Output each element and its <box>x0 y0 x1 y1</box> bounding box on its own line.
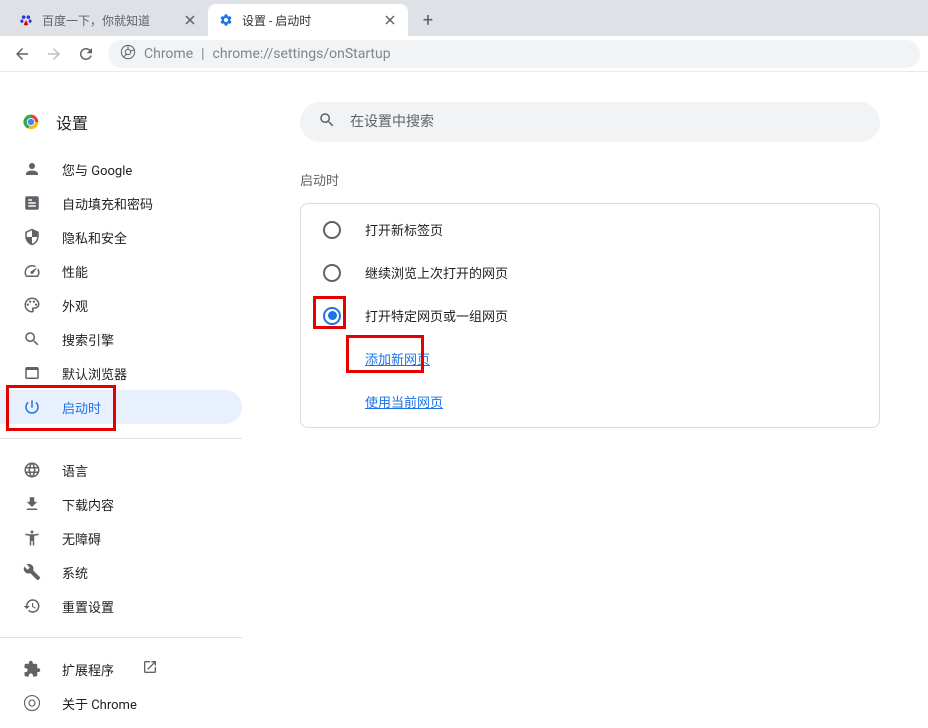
sidebar-item-autofill[interactable]: 自动填充和密码 <box>0 186 242 220</box>
sidebar-label: 扩展程序 <box>62 660 114 679</box>
settings-page: 设置 您与 Google自动填充和密码隐私和安全性能外观搜索引擎默认浏览器启动时… <box>0 72 928 728</box>
url-box[interactable]: Chrome | chrome://settings/onStartup <box>108 40 920 68</box>
sidebar-label: 关于 Chrome <box>62 694 137 713</box>
url-prefix: Chrome <box>144 46 193 62</box>
settings-title: 设置 <box>56 110 88 134</box>
browser-tab-active[interactable]: 设置 - 启动时 <box>208 4 408 36</box>
back-button[interactable] <box>8 40 36 68</box>
section-title: 启动时 <box>300 170 908 189</box>
chrome-logo-icon <box>20 111 42 133</box>
link-option[interactable]: 使用当前网页 <box>365 380 879 423</box>
sidebar-label: 重置设置 <box>62 597 114 616</box>
browser-icon <box>22 363 42 383</box>
tab-title: 设置 - 启动时 <box>242 12 374 29</box>
wrench-icon <box>22 562 42 582</box>
sidebar-label: 您与 Google <box>62 160 132 179</box>
url-path: chrome://settings/onStartup <box>213 46 391 62</box>
download-icon <box>22 494 42 514</box>
browser-tabs-bar: 百度一下，你就知道 设置 - 启动时 + <box>0 0 928 36</box>
sidebar-item-download[interactable]: 下载内容 <box>0 487 242 521</box>
settings-search-box[interactable] <box>300 102 880 142</box>
sidebar-label: 隐私和安全 <box>62 228 127 247</box>
radio-option[interactable]: 打开特定网页或一组网页 <box>301 294 879 337</box>
sidebar-label: 下载内容 <box>62 495 114 514</box>
sidebar-item-globe[interactable]: 语言 <box>0 453 242 487</box>
shield-icon <box>22 227 42 247</box>
globe-icon <box>22 460 42 480</box>
reload-button[interactable] <box>72 40 100 68</box>
sidebar-label: 无障碍 <box>62 529 101 548</box>
radio-label: 打开新标签页 <box>365 220 443 239</box>
sidebar-label: 外观 <box>62 296 88 315</box>
sidebar-item-speed[interactable]: 性能 <box>0 254 242 288</box>
sidebar-item-shield[interactable]: 隐私和安全 <box>0 220 242 254</box>
radio-label: 打开特定网页或一组网页 <box>365 306 508 325</box>
reset-icon <box>22 596 42 616</box>
sidebar-item-search[interactable]: 搜索引擎 <box>0 322 242 356</box>
sidebar-item-browser[interactable]: 默认浏览器 <box>0 356 242 390</box>
main-content: 启动时 打开新标签页继续浏览上次打开的网页打开特定网页或一组网页 添加新网页使用… <box>250 102 928 728</box>
sidebar-label: 启动时 <box>62 398 101 417</box>
search-icon <box>22 329 42 349</box>
close-icon[interactable] <box>182 12 198 28</box>
person-icon <box>22 159 42 179</box>
radio-option[interactable]: 打开新标签页 <box>301 208 879 251</box>
sidebar-label: 默认浏览器 <box>62 364 127 383</box>
settings-search-input[interactable] <box>350 114 862 130</box>
address-bar: Chrome | chrome://settings/onStartup <box>0 36 928 72</box>
sidebar-item-person[interactable]: 您与 Google <box>0 152 242 186</box>
speed-icon <box>22 261 42 281</box>
sidebar-label: 系统 <box>62 563 88 582</box>
sidebar-label: 自动填充和密码 <box>62 194 153 213</box>
gear-icon <box>218 12 234 28</box>
power-icon <box>22 397 42 417</box>
sidebar-label: 搜索引擎 <box>62 330 114 349</box>
settings-header: 设置 <box>0 102 242 152</box>
radio-button[interactable] <box>323 264 341 282</box>
sidebar-separator <box>0 438 242 439</box>
sidebar-item-extension[interactable]: 扩展程序 <box>0 652 242 686</box>
settings-sidebar: 设置 您与 Google 自动填充和密码隐私和安全性能外观搜索引擎默认浏览器启动时… <box>0 102 250 728</box>
autofill-icon <box>22 193 42 213</box>
sidebar-item-accessibility[interactable]: 无障碍 <box>0 521 242 555</box>
sidebar-item-chrome[interactable]: 关于 Chrome <box>0 686 242 720</box>
baidu-icon <box>18 12 34 28</box>
sidebar-item-wrench[interactable]: 系统 <box>0 555 242 589</box>
sidebar-label: 语言 <box>62 461 88 480</box>
new-tab-button[interactable]: + <box>414 6 442 34</box>
sidebar-label: 性能 <box>62 262 88 281</box>
search-icon <box>318 111 336 133</box>
sidebar-separator <box>0 637 242 638</box>
external-link-icon <box>142 659 158 679</box>
appearance-icon <box>22 295 42 315</box>
extension-icon <box>22 659 42 679</box>
browser-tab[interactable]: 百度一下，你就知道 <box>8 4 208 36</box>
chrome-icon <box>22 693 42 713</box>
url-separator: | <box>201 46 204 62</box>
close-icon[interactable] <box>382 12 398 28</box>
sidebar-item-reset[interactable]: 重置设置 <box>0 589 242 623</box>
radio-button[interactable] <box>323 307 341 325</box>
radio-option[interactable]: 继续浏览上次打开的网页 <box>301 251 879 294</box>
sidebar-item-power[interactable]: 启动时 <box>0 390 242 424</box>
forward-button[interactable] <box>40 40 68 68</box>
chrome-icon <box>120 44 136 64</box>
startup-options-card: 打开新标签页继续浏览上次打开的网页打开特定网页或一组网页 添加新网页使用当前网页 <box>300 203 880 428</box>
link-option[interactable]: 添加新网页 <box>365 337 879 380</box>
tab-title: 百度一下，你就知道 <box>42 12 174 29</box>
radio-label: 继续浏览上次打开的网页 <box>365 263 508 282</box>
radio-button[interactable] <box>323 221 341 239</box>
sidebar-item-appearance[interactable]: 外观 <box>0 288 242 322</box>
accessibility-icon <box>22 528 42 548</box>
